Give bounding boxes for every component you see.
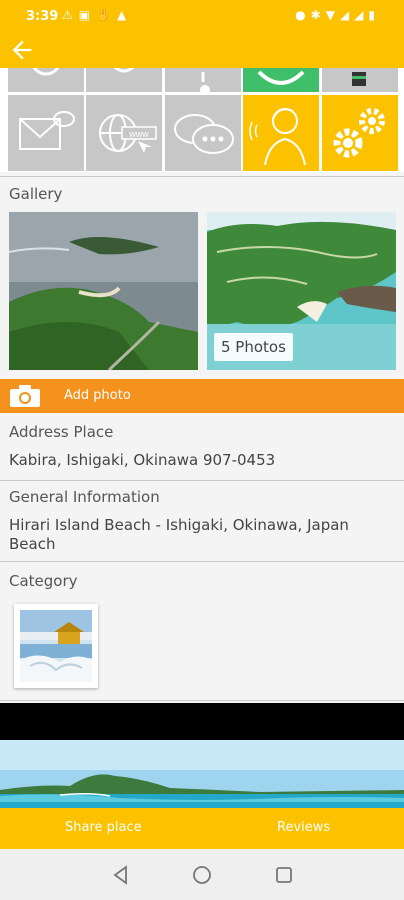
bottom-action-bar: Share place Reviews [0, 808, 404, 849]
clock-icon [257, 70, 305, 85]
svg-text:www: www [128, 129, 149, 139]
tile-book[interactable] [322, 68, 398, 92]
settings-icon [333, 108, 385, 158]
arrow-left-icon[interactable] [8, 36, 36, 64]
gallery-label: Gallery [9, 185, 63, 203]
tile-chat[interactable] [165, 95, 241, 171]
coast-photo-image [9, 212, 198, 370]
add-photo-button[interactable]: Add photo [0, 379, 404, 413]
gallery-photo-1[interactable] [9, 212, 198, 370]
status-notification-icons: ⚠▣✋▲ [62, 8, 133, 22]
chat-icon [174, 114, 234, 154]
add-photo-label: Add photo [64, 388, 131, 403]
system-nav-bar [0, 849, 404, 900]
reviews-button[interactable]: Reviews [277, 820, 330, 835]
temple-category-image [20, 610, 92, 682]
divider [0, 561, 404, 562]
sun-icon [32, 68, 60, 76]
category-item[interactable] [14, 604, 98, 688]
pin-icon [200, 72, 210, 92]
camera-icon [10, 385, 40, 407]
nav-home-icon[interactable] [191, 864, 213, 886]
tile-mail[interactable] [8, 95, 84, 171]
tile-www[interactable]: www [86, 95, 162, 171]
general-info-label: General Information [9, 488, 160, 506]
nav-back-icon[interactable] [110, 864, 132, 886]
address-label: Address Place [9, 423, 114, 441]
mail-icon [19, 111, 75, 150]
divider [0, 176, 404, 177]
divider [0, 480, 404, 481]
nav-recents-icon[interactable] [273, 864, 295, 886]
tile-audio-guide[interactable] [243, 95, 319, 171]
banner-image[interactable] [0, 740, 404, 808]
island-banner-image [0, 740, 404, 808]
ad-placeholder [0, 703, 404, 740]
audio-guide-icon [249, 108, 306, 166]
status-bar: 3:39 ⚠▣✋▲ ●✱▼◢◢▮ [0, 0, 404, 34]
heart-icon [113, 68, 135, 73]
category-label: Category [9, 572, 78, 590]
tile-settings[interactable] [322, 95, 398, 171]
tile-pin[interactable] [165, 68, 241, 92]
share-place-button[interactable]: Share place [65, 820, 142, 835]
tile-heart[interactable] [86, 68, 162, 92]
address-value: Kabira, Ishigaki, Okinawa 907-0453 [9, 451, 276, 469]
general-info-value: Hirari Island Beach - Ishigaki, Okinawa,… [9, 516, 349, 553]
divider [0, 700, 404, 701]
status-system-icons: ●✱▼◢◢▮ [295, 8, 380, 22]
app-bar [0, 34, 404, 68]
tile-clock[interactable] [243, 68, 319, 92]
feature-tiles: www [0, 68, 404, 172]
www-icon: www [99, 114, 157, 153]
book-icon [352, 72, 366, 86]
photo-count-badge: 5 Photos [214, 333, 293, 361]
tile-sun[interactable] [8, 68, 84, 92]
status-time: 3:39 [26, 9, 59, 24]
